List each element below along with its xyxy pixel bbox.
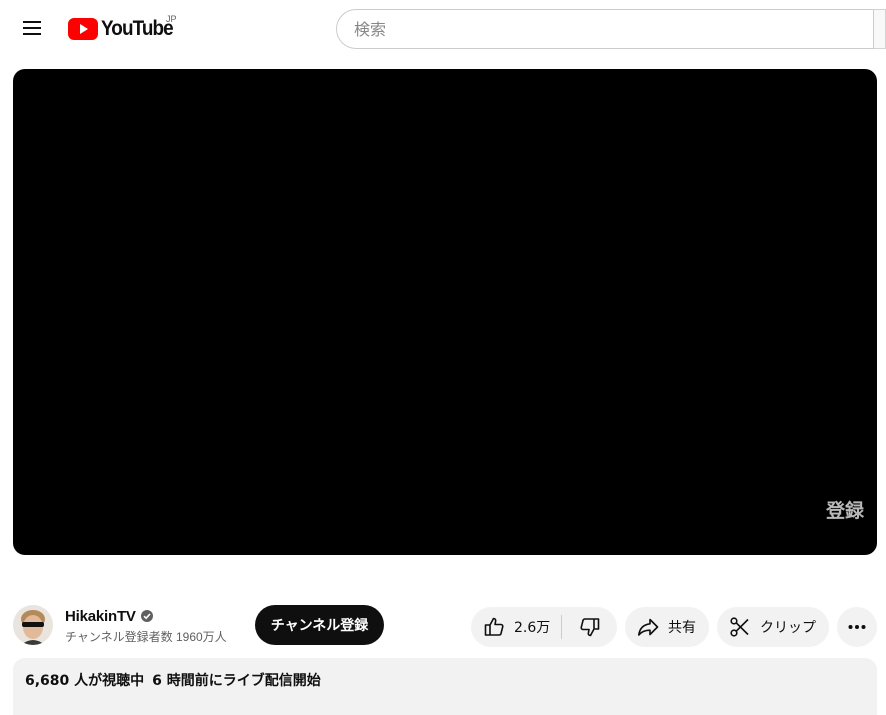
share-label: 共有 bbox=[668, 620, 696, 636]
video-player[interactable]: 登録 bbox=[13, 69, 877, 555]
youtube-logo[interactable]: YouTube bbox=[68, 17, 181, 41]
video-owner: HikakinTV チャンネル登録者数 1960万人 bbox=[13, 602, 227, 648]
like-count: 2.6万 bbox=[514, 620, 551, 636]
logo-wordmark: YouTube bbox=[101, 17, 174, 40]
masthead: YouTube JP bbox=[0, 0, 886, 57]
more-horizontal-icon bbox=[848, 625, 866, 629]
youtube-play-icon bbox=[68, 18, 98, 40]
stream-start-time: 6 時間前にライブ配信開始 bbox=[152, 673, 321, 689]
thumbs-down-icon bbox=[579, 618, 599, 637]
share-arrow-icon bbox=[638, 618, 659, 636]
search-button[interactable] bbox=[874, 9, 886, 49]
like-dislike-group: 2.6万 bbox=[471, 607, 617, 647]
like-button[interactable]: 2.6万 bbox=[471, 607, 561, 647]
guide-menu-button[interactable] bbox=[12, 8, 52, 48]
clip-label: クリップ bbox=[760, 620, 816, 636]
channel-name-row: HikakinTV bbox=[65, 605, 227, 627]
search-input[interactable] bbox=[337, 10, 873, 48]
live-viewer-count: 6,680 人が視聴中 bbox=[25, 673, 145, 689]
channel-avatar[interactable] bbox=[13, 605, 53, 645]
search-box bbox=[336, 9, 874, 49]
channel-name[interactable]: HikakinTV bbox=[65, 608, 136, 625]
share-button[interactable]: 共有 bbox=[625, 607, 709, 647]
more-actions-button[interactable] bbox=[837, 607, 877, 647]
subscriber-count: チャンネル登録者数 1960万人 bbox=[65, 630, 227, 644]
subscribe-button[interactable]: チャンネル登録 bbox=[255, 605, 384, 645]
dislike-button[interactable] bbox=[562, 607, 617, 647]
description-meta: 6,680 人が視聴中 6 時間前にライブ配信開始 bbox=[25, 670, 865, 690]
verified-badge-icon bbox=[140, 609, 154, 623]
channel-info: HikakinTV チャンネル登録者数 1960万人 bbox=[65, 605, 227, 645]
subscribe-watermark[interactable]: 登録 bbox=[826, 496, 864, 523]
hamburger-menu-icon bbox=[23, 21, 41, 35]
description-box[interactable]: 6,680 人が視聴中 6 時間前にライブ配信開始 bbox=[13, 658, 877, 715]
region-code: JP bbox=[166, 14, 177, 24]
avatar-image bbox=[13, 605, 53, 645]
thumbs-up-icon bbox=[484, 617, 504, 636]
scissors-icon bbox=[730, 617, 749, 637]
clip-button[interactable]: クリップ bbox=[717, 607, 829, 647]
